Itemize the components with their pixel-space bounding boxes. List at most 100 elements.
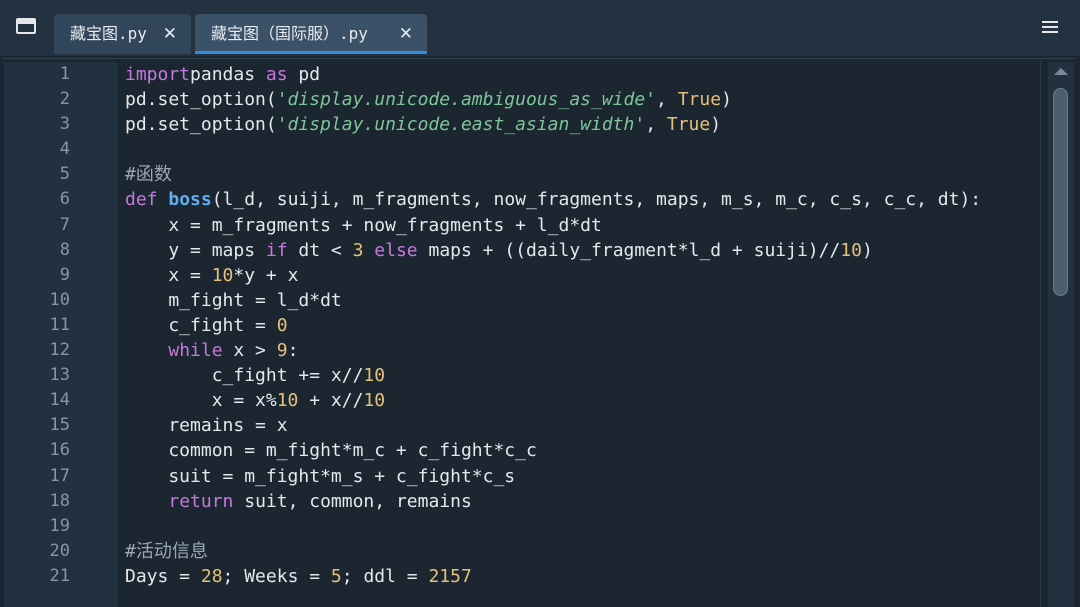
code-line[interactable]: 8 y = maps if dt < 3 else maps + ((daily… bbox=[0, 238, 1040, 263]
code-line[interactable]: 4 bbox=[0, 137, 1040, 162]
line-number: 5 bbox=[59, 164, 70, 185]
line-number: 21 bbox=[49, 565, 70, 586]
code-text: c_fight = 0 bbox=[125, 313, 288, 338]
code-line[interactable]: 15 remains = x bbox=[0, 413, 1040, 438]
code-token: x > bbox=[222, 340, 277, 362]
code-line[interactable]: 19 bbox=[0, 514, 1040, 539]
line-number: 19 bbox=[49, 515, 70, 536]
code-token: remains = x bbox=[125, 415, 288, 437]
tab-file-2-active[interactable]: 藏宝图（国际服）.py ✕ bbox=[195, 14, 427, 54]
code-token: suit = m_fight*m_s + c_fight*c_s bbox=[125, 465, 516, 487]
code-line[interactable]: 6 def boss(l_d, suiji, m_fragments, now_f… bbox=[0, 187, 1040, 212]
code-token: import bbox=[125, 64, 191, 85]
code-token: 28 bbox=[200, 565, 223, 587]
code-token: *y + x bbox=[233, 264, 299, 286]
code-text: suit = m_fight*m_s + c_fight*c_s bbox=[125, 464, 515, 489]
code-line[interactable]: 3 pd.set_option('display.unicode.east_asi… bbox=[0, 112, 1040, 137]
code-line[interactable]: 5 #函数 bbox=[0, 162, 1040, 187]
code-text: pd.set_option('display.unicode.east_asia… bbox=[125, 112, 721, 137]
code-line[interactable]: 1 importpandas as pd bbox=[0, 62, 1040, 87]
code-token: if bbox=[265, 239, 288, 261]
code-token: pandas bbox=[190, 64, 266, 85]
window-icon[interactable] bbox=[16, 18, 36, 34]
code-text: x = m_fragments + now_fragments + l_d*dt bbox=[125, 213, 601, 238]
code-token: y = maps bbox=[125, 239, 266, 261]
code-text: pd.set_option('display.unicode.ambiguous… bbox=[125, 87, 732, 112]
code-token: , bbox=[645, 114, 667, 136]
code-line[interactable]: 7 x = m_fragments + now_fragments + l_d*… bbox=[0, 213, 1040, 238]
code-line[interactable]: 17 suit = m_fight*m_s + c_fight*c_s bbox=[0, 464, 1040, 489]
code-token: pd bbox=[287, 64, 321, 85]
close-icon[interactable]: ✕ bbox=[399, 14, 413, 54]
code-token: else bbox=[374, 239, 418, 261]
code-line[interactable]: 2 pd.set_option('display.unicode.ambiguou… bbox=[0, 87, 1040, 112]
code-line[interactable]: 20 #活动信息 bbox=[0, 539, 1040, 564]
close-icon[interactable]: ✕ bbox=[163, 14, 177, 54]
hamburger-menu-icon[interactable] bbox=[1042, 19, 1058, 33]
line-number: 16 bbox=[49, 440, 70, 461]
code-token: maps + ((daily_fragment*l_d + suiji)// bbox=[417, 239, 841, 261]
code-line[interactable]: 21 Days = 28; Weeks = 5; ddl = 2157 bbox=[0, 564, 1040, 589]
code-token: 'display.unicode.east_asian_width' bbox=[276, 114, 646, 136]
editor-pane[interactable]: 1 importpandas as pd 2 pd.set_option('displ… bbox=[0, 56, 1080, 607]
code-lines: 1 importpandas as pd 2 pd.set_option('displ… bbox=[0, 62, 1040, 589]
code-line[interactable]: 18 return suit, common, remains bbox=[0, 489, 1040, 514]
tab-title: 藏宝图.py bbox=[70, 24, 147, 43]
code-text: Days = 28; Weeks = 5; ddl = 2157 bbox=[125, 564, 472, 589]
code-token: 3 bbox=[352, 239, 364, 261]
code-token: Days = bbox=[125, 565, 201, 587]
code-line[interactable]: 12 while x > 9: bbox=[0, 338, 1040, 363]
code-text: m_fight = l_d*dt bbox=[125, 288, 342, 313]
code-token: 'display.unicode.ambiguous_as_wide' bbox=[276, 89, 657, 111]
line-number: 11 bbox=[49, 314, 70, 335]
code-text: remains = x bbox=[125, 413, 288, 438]
code-token: ; ddl = bbox=[341, 565, 429, 587]
scroll-up-arrow-icon[interactable] bbox=[1054, 68, 1068, 75]
code-token: 5 bbox=[330, 565, 342, 587]
code-token: 9 bbox=[276, 340, 288, 362]
tab-file-1[interactable]: 藏宝图.py ✕ bbox=[54, 14, 191, 54]
line-number: 18 bbox=[49, 490, 70, 511]
code-token: return bbox=[168, 490, 234, 512]
code-token: #函数 bbox=[125, 164, 172, 186]
line-number: 12 bbox=[49, 340, 70, 361]
line-number: 20 bbox=[49, 540, 70, 561]
line-number: 1 bbox=[59, 64, 70, 84]
line-number: 3 bbox=[59, 114, 70, 135]
code-token: + x// bbox=[298, 390, 364, 412]
code-text: #活动信息 bbox=[125, 539, 208, 564]
code-line[interactable]: 14 x = x%10 + x//10 bbox=[0, 388, 1040, 413]
code-token: common = m_fight*m_c + c_fight*c_c bbox=[125, 440, 537, 462]
line-number: 8 bbox=[59, 239, 70, 260]
code-token: 2157 bbox=[428, 565, 472, 587]
code-token: m_fight = l_d*dt bbox=[125, 289, 342, 311]
code-token: 0 bbox=[276, 314, 288, 336]
vertical-scrollbar[interactable] bbox=[1048, 62, 1074, 607]
code-token: x = x% bbox=[125, 390, 277, 412]
scrollbar-thumb[interactable] bbox=[1053, 88, 1068, 296]
code-token: ) bbox=[721, 89, 732, 111]
code-token: 10 bbox=[276, 390, 299, 412]
code-token: 10 bbox=[211, 264, 234, 286]
code-token: c_fight = bbox=[125, 314, 277, 336]
tab-title: 藏宝图（国际服）.py bbox=[211, 24, 368, 43]
code-text: #函数 bbox=[125, 162, 172, 187]
line-number: 7 bbox=[59, 214, 70, 235]
line-number: 9 bbox=[59, 264, 70, 285]
code-line[interactable]: 11 c_fight = 0 bbox=[0, 313, 1040, 338]
line-number: 14 bbox=[49, 390, 70, 411]
code-line[interactable]: 10 m_fight = l_d*dt bbox=[0, 288, 1040, 313]
code-token: #活动信息 bbox=[125, 540, 208, 562]
code-text: def boss(l_d, suiji, m_fragments, now_fr… bbox=[125, 187, 981, 212]
code-token: def bbox=[125, 189, 158, 211]
code-token: ) bbox=[710, 114, 722, 136]
code-text: importpandas as pd bbox=[125, 62, 320, 87]
line-number: 6 bbox=[59, 189, 70, 210]
code-line[interactable]: 16 common = m_fight*m_c + c_fight*c_c bbox=[0, 438, 1040, 463]
code-token: 10 bbox=[363, 365, 386, 387]
code-text: y = maps if dt < 3 else maps + ((daily_f… bbox=[125, 238, 872, 263]
code-line[interactable]: 13 c_fight += x//10 bbox=[0, 363, 1040, 388]
code-line[interactable]: 9 x = 10*y + x bbox=[0, 263, 1040, 288]
